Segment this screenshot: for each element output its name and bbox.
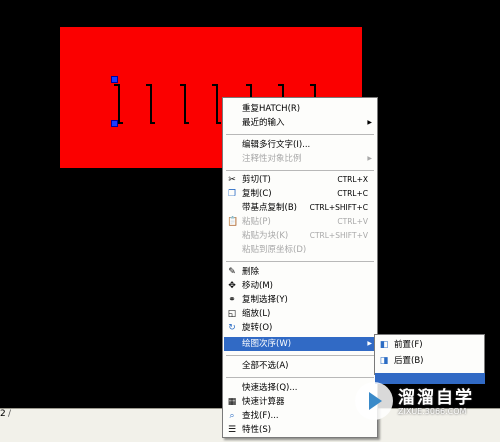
menu-separator [226, 261, 374, 262]
submenu-arrow-icon: ▶ [367, 340, 372, 347]
menu-item-copy-with-base-point[interactable]: 带基点复制(B) CTRL+SHIFT+C [224, 201, 376, 215]
eraser-icon: ✎ [228, 267, 236, 277]
calculator-icon: ▦ [227, 397, 237, 407]
menu-separator [226, 170, 374, 171]
draw-order-submenu: ◧ 前置(F) ◨ 后置(B) [374, 334, 485, 375]
menu-item-deselect-all[interactable]: 全部不选(A) [224, 359, 376, 373]
watermark-url: ZIXUE.3066.COM [398, 407, 467, 416]
send-back-icon: ◨ [379, 356, 389, 366]
menu-item-repeat-hatch[interactable]: 重复HATCH(R) [224, 102, 376, 116]
menu-item-properties[interactable]: ☰ 特性(S) [224, 423, 376, 437]
selection-grip[interactable] [111, 76, 118, 83]
rotate-icon: ↻ [228, 323, 236, 333]
menu-item-copy[interactable]: ❐ 复制(C) CTRL+C [224, 187, 376, 201]
menu-separator [226, 355, 374, 356]
menu-item-draw-order[interactable]: 绘图次序(W) ▶ [224, 337, 376, 351]
menu-item-scale[interactable]: ◱ 缩放(L) [224, 307, 376, 321]
menu-item-paste-as-block[interactable]: 粘贴为块(K) CTRL+SHIFT+V [224, 229, 376, 243]
menu-item-paste-to-original[interactable]: 粘贴到原坐标(D) [224, 243, 376, 257]
play-logo-icon [355, 382, 393, 420]
properties-icon: ☰ [227, 425, 237, 435]
watermark-title: 溜溜自学 [398, 388, 474, 408]
hatch-pattern-line [146, 84, 155, 124]
paste-icon: 📋 [227, 217, 239, 227]
copy-icon: ❐ [227, 189, 237, 199]
submenu-item-send-back[interactable]: ◨ 后置(B) [376, 354, 484, 368]
hatch-pattern-line [114, 84, 123, 124]
menu-item-copy-selection[interactable]: ⚭ 复制选择(Y) [224, 293, 376, 307]
bring-front-icon: ◧ [379, 340, 389, 350]
menu-separator [226, 134, 374, 135]
submenu-item-bring-front[interactable]: ◧ 前置(F) [376, 338, 484, 352]
hatch-pattern-line [180, 84, 189, 124]
menu-item-rotate[interactable]: ↻ 旋转(O) [224, 321, 376, 335]
copy-select-icon: ⚭ [228, 295, 236, 305]
status-separator: / [8, 409, 12, 419]
menu-item-paste[interactable]: 📋 粘贴(P) CTRL+V [224, 215, 376, 229]
scale-icon: ◱ [227, 309, 237, 319]
find-icon: ⌕ [229, 411, 235, 421]
menu-item-recent-input[interactable]: 最近的输入 ▶ [224, 116, 376, 130]
menu-item-move[interactable]: ✥ 移动(M) [224, 279, 376, 293]
submenu-arrow-icon: ▶ [367, 155, 372, 162]
menu-item-annotative-scale[interactable]: 注释性对象比例 ▶ [224, 152, 376, 166]
scissors-icon: ✂ [228, 175, 236, 185]
selection-grip[interactable] [111, 120, 118, 127]
menu-separator [226, 377, 374, 378]
command-line-text[interactable]: 2 [0, 409, 8, 421]
submenu-arrow-icon: ▶ [367, 119, 372, 126]
watermark: 溜溜自学 ZIXUE.3066.COM [351, 380, 482, 425]
menu-item-cut[interactable]: ✂ 剪切(T) CTRL+X [224, 173, 376, 187]
menu-item-erase[interactable]: ✎ 删除 [224, 265, 376, 279]
menu-item-edit-mtext[interactable]: 编辑多行文字(I)... [224, 138, 376, 152]
hatch-pattern-line [212, 84, 221, 124]
move-icon: ✥ [228, 281, 236, 291]
